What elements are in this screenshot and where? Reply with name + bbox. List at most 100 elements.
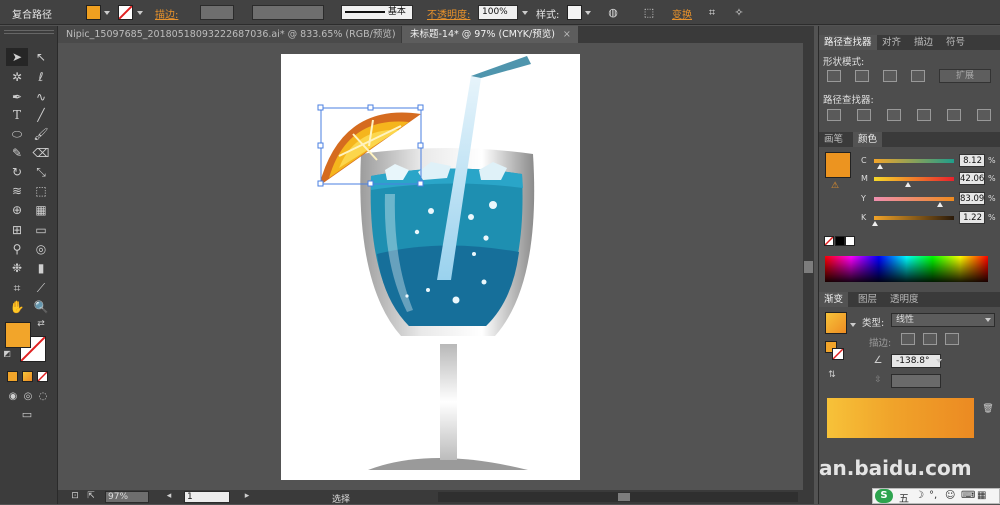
isolate-icon[interactable]: ⌗ [703, 5, 721, 20]
swap-fill-stroke-icon[interactable]: ⇄ [34, 318, 48, 330]
type-tool-icon[interactable]: T [6, 106, 28, 124]
white-color-icon[interactable] [845, 236, 855, 246]
gradient-preset-dropdown-icon[interactable] [850, 323, 856, 327]
outline-icon[interactable] [947, 109, 961, 121]
lasso-tool-icon[interactable]: ℓ [30, 68, 52, 86]
yellow-slider[interactable]: Y 83.09 % [819, 192, 1000, 208]
default-colors-icon[interactable]: ◩ [1, 348, 13, 360]
style-dropdown-icon[interactable] [585, 11, 591, 15]
channel-knob[interactable] [904, 182, 911, 187]
panel-grip[interactable] [4, 30, 54, 34]
align-options-icon[interactable]: ⬚ [640, 5, 658, 20]
free-transform-tool-icon[interactable]: ⬚ [30, 182, 52, 200]
tab-stroke[interactable]: 描边 [909, 35, 938, 50]
zoom-field[interactable]: 97% [105, 491, 149, 503]
canvas-area[interactable] [58, 43, 803, 490]
curvature-tool-icon[interactable]: ∿ [30, 88, 52, 106]
channel-value-field[interactable]: 8.12 [959, 154, 985, 167]
cocktail-illustration[interactable] [281, 54, 580, 480]
channel-track[interactable] [874, 159, 954, 163]
tab-brushes[interactable]: 画笔 [819, 132, 848, 147]
exclude-icon[interactable] [911, 70, 925, 82]
rotate-tool-icon[interactable]: ↻ [6, 163, 28, 181]
stroke-link[interactable]: 描边: [155, 6, 178, 21]
export-icon[interactable]: ⇱ [80, 487, 102, 505]
opacity-field[interactable]: 100% [478, 5, 518, 20]
tab-color[interactable]: 颜色 [853, 132, 883, 147]
trim-icon[interactable] [857, 109, 871, 121]
magic-wand-tool-icon[interactable]: ✲ [6, 68, 28, 86]
angle-dropdown-icon[interactable] [936, 359, 942, 363]
emoji-icon[interactable]: ☺ [945, 490, 955, 501]
mesh-tool-icon[interactable]: ⊞ [6, 221, 28, 239]
artboard-tool-icon[interactable]: ⌗ [6, 279, 28, 297]
black-slider[interactable]: K 1.22 % [819, 211, 1000, 227]
unite-icon[interactable] [827, 70, 841, 82]
channel-track[interactable] [874, 197, 954, 201]
menu-options-icon[interactable]: ✧ [730, 5, 748, 20]
tab-symbols[interactable]: 符号 [941, 35, 970, 50]
channel-value-field[interactable]: 83.09 [959, 192, 985, 205]
eyedropper-tool-icon[interactable]: ⚲ [6, 240, 28, 258]
graphic-style-swatch[interactable] [567, 5, 582, 20]
aspect-ratio-field[interactable] [891, 374, 941, 388]
zoom-tool-icon[interactable]: 🔍 [30, 298, 52, 316]
fill-color-swatch[interactable] [86, 5, 101, 20]
vertical-scrollbar[interactable] [803, 43, 814, 490]
channel-knob[interactable] [877, 164, 884, 169]
paintbrush-tool-icon[interactable]: 🖌 [30, 125, 52, 143]
gradient-preview-swatch[interactable] [825, 312, 847, 334]
brush-definition-field[interactable]: 基本 [341, 5, 413, 20]
screen-mode-icon[interactable]: ▭ [16, 406, 38, 424]
reverse-gradient-icon[interactable]: ⇅ [825, 366, 839, 384]
recolor-artwork-icon[interactable]: ◍ [604, 5, 622, 20]
stroke-across-icon[interactable] [945, 333, 959, 345]
horizontal-scrollbar[interactable] [438, 492, 798, 502]
tab-pathfinder[interactable]: 路径查找器 [819, 35, 877, 50]
scale-tool-icon[interactable]: ⤡ [30, 163, 52, 181]
eraser-tool-icon[interactable]: ⌫ [30, 144, 52, 162]
fill-swatch[interactable] [5, 322, 31, 348]
ime-mode-label[interactable]: 五 [899, 490, 909, 505]
stroke-within-icon[interactable] [901, 333, 915, 345]
pencil-tool-icon[interactable]: ✎ [6, 144, 28, 162]
stroke-dropdown-icon[interactable] [137, 11, 143, 15]
column-graph-tool-icon[interactable]: ▮ [30, 259, 52, 277]
stroke-along-icon[interactable] [923, 333, 937, 345]
line-tool-icon[interactable]: ╱ [30, 106, 52, 124]
next-artboard-icon[interactable]: ▸ [236, 487, 258, 505]
shape-builder-tool-icon[interactable]: ⊕ [6, 201, 28, 219]
stroke-color-swatch[interactable] [118, 5, 133, 20]
gradient-angle-field[interactable]: -138.8° [891, 354, 941, 368]
opacity-dropdown-icon[interactable] [522, 11, 528, 15]
channel-value-field[interactable]: 42.06 [959, 172, 985, 185]
divide-icon[interactable] [827, 109, 841, 121]
magenta-slider[interactable]: M 42.06 % [819, 172, 1000, 188]
black-color-icon[interactable] [835, 236, 845, 246]
ellipse-tool-icon[interactable]: ⬭ [6, 125, 28, 143]
previous-artboard-icon[interactable]: ◂ [158, 487, 180, 505]
selection-tool-icon[interactable]: ➤ [6, 48, 28, 66]
channel-knob[interactable] [937, 202, 944, 207]
gradient-type-dropdown[interactable]: 线性 [891, 313, 995, 327]
grid-icon[interactable]: ▦ [977, 490, 986, 501]
hand-tool-icon[interactable]: ✋ [6, 298, 28, 316]
tab-align[interactable]: 对齐 [877, 35, 906, 50]
perspective-grid-tool-icon[interactable]: ▦ [30, 201, 52, 219]
scroll-thumb[interactable] [618, 493, 630, 501]
stroke-mini-swatch[interactable] [832, 348, 844, 360]
none-color-icon[interactable] [824, 236, 834, 246]
crop-icon[interactable] [917, 109, 931, 121]
tab-transparency[interactable]: 透明度 [885, 292, 924, 307]
gradient-slider-bar[interactable] [827, 398, 974, 438]
fill-dropdown-icon[interactable] [104, 11, 110, 15]
draw-normal-icon[interactable]: ◉ [6, 388, 20, 406]
transform-link[interactable]: 变换 [672, 6, 692, 21]
draw-inside-icon[interactable]: ◌ [36, 388, 50, 406]
channel-knob[interactable] [871, 221, 878, 226]
slice-tool-icon[interactable]: ⟋ [30, 279, 52, 297]
scroll-thumb[interactable] [804, 261, 813, 273]
punctuation-icon[interactable]: °, [929, 490, 937, 501]
color-mode-icon[interactable] [7, 371, 18, 382]
color-spectrum[interactable] [825, 256, 988, 282]
